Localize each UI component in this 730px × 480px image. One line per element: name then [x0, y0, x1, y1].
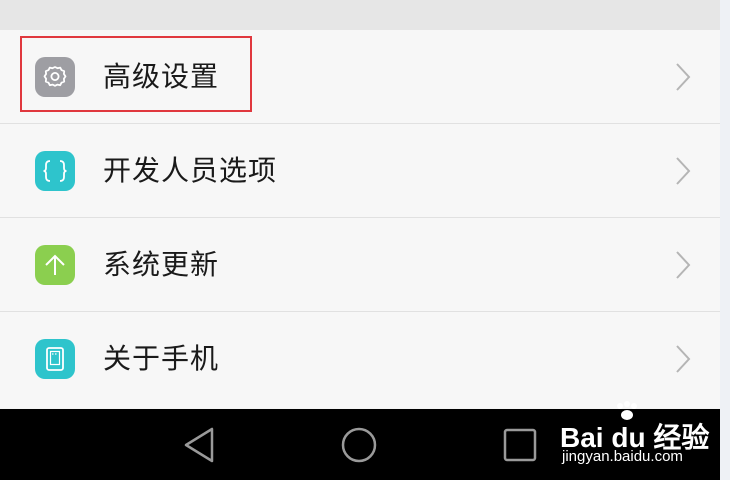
settings-item-label: 系统更新: [103, 248, 220, 281]
back-icon[interactable]: [182, 427, 218, 463]
right-edge: [720, 0, 730, 480]
arrow-up-icon: [35, 245, 75, 285]
settings-item-developer-options[interactable]: 开发人员选项: [0, 124, 720, 218]
baidu-jingyan-watermark: Bai du 经验 jingyan.baidu.com: [560, 401, 720, 470]
chevron-right-icon: [676, 63, 691, 91]
settings-list: 高级设置 开发人员选项 系统更新 关于手机: [0, 30, 720, 408]
settings-item-label: 关于手机: [103, 342, 220, 375]
settings-item-advanced[interactable]: 高级设置: [0, 30, 720, 124]
top-bar: [0, 0, 720, 30]
settings-item-label: 开发人员选项: [103, 154, 278, 187]
settings-item-about-phone[interactable]: 关于手机: [0, 312, 720, 408]
settings-item-system-update[interactable]: 系统更新: [0, 218, 720, 312]
chevron-right-icon: [676, 345, 691, 373]
highlight-box: [20, 36, 252, 112]
phone-icon: [35, 339, 75, 379]
settings-screen: 高级设置 开发人员选项 系统更新 关于手机 Bai du 经验 jingyan.…: [0, 0, 720, 480]
recents-icon[interactable]: [502, 427, 538, 463]
braces-icon: [35, 151, 75, 191]
chevron-right-icon: [676, 157, 691, 185]
chevron-right-icon: [676, 251, 691, 279]
home-icon[interactable]: [341, 427, 377, 463]
watermark-url: jingyan.baidu.com: [562, 448, 683, 465]
